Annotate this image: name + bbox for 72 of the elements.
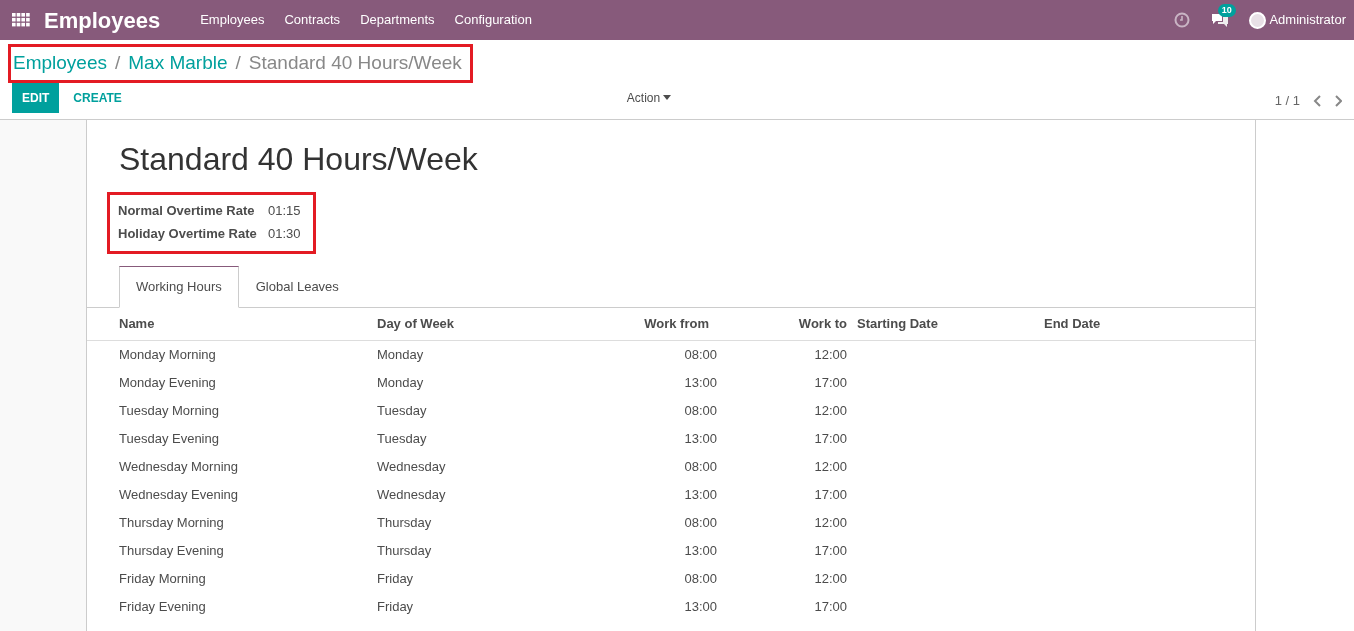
pager-text: 1 / 1	[1274, 91, 1300, 110]
previous-icon[interactable]	[1313, 94, 1321, 107]
table-cell: 17:00	[814, 375, 847, 391]
table-cell: Wednesday Morning	[119, 459, 238, 475]
field-value: 01:30	[268, 226, 301, 242]
caret-icon	[663, 95, 672, 100]
menu-item[interactable]: Contracts	[274, 10, 351, 30]
tab[interactable]: Working Hours	[119, 266, 239, 308]
table-cell: 08:00	[684, 347, 717, 363]
table-cell: Tuesday Morning	[119, 403, 219, 419]
table-cell: Thursday Evening	[119, 543, 224, 559]
table-cell: 08:00	[684, 403, 717, 419]
table-cell: Friday Evening	[119, 599, 206, 615]
table-cell: Tuesday Evening	[119, 431, 219, 447]
table-cell: Friday	[377, 599, 414, 615]
menu-item[interactable]: Employees	[190, 10, 275, 30]
table-cell: 17:00	[814, 543, 847, 559]
table-cell: Wednesday Evening	[119, 487, 238, 503]
table-cell: 12:00	[814, 515, 847, 531]
message-count-badge: 10	[1217, 4, 1236, 17]
field-label: Normal Overtime Rate	[118, 202, 256, 221]
action-dropdown[interactable]: Action	[625, 87, 673, 108]
column-header[interactable]: Day of Week	[377, 315, 455, 331]
table-cell: 17:00	[814, 431, 847, 447]
column-header[interactable]: Work to	[798, 315, 847, 331]
field-value: 01:15	[268, 203, 301, 219]
avatar-icon	[1249, 11, 1267, 29]
table-cell: Tuesday	[377, 431, 427, 447]
table-cell: Thursday	[377, 515, 432, 531]
field-label: Holiday Overtime Rate	[118, 225, 258, 244]
column-header[interactable]: End Date	[1044, 315, 1101, 331]
table-cell: Wednesday	[377, 487, 446, 503]
apps-grid-icon[interactable]	[12, 13, 30, 27]
table-cell: Wednesday	[377, 459, 446, 475]
menu-item[interactable]: Departments	[350, 10, 445, 30]
table-cell: 17:00	[814, 487, 847, 503]
table-cell: 13:00	[684, 543, 717, 559]
column-header[interactable]: Starting Date	[857, 315, 938, 331]
table-cell: Friday	[377, 571, 414, 587]
table-cell: Friday Morning	[119, 571, 206, 587]
table-cell: Thursday Morning	[119, 515, 224, 531]
table-cell: Monday Evening	[119, 375, 216, 391]
app-title: Employees	[44, 6, 161, 35]
column-header[interactable]: Name	[119, 315, 155, 331]
table-cell: 17:00	[814, 599, 847, 615]
table-cell: 12:00	[814, 403, 847, 419]
column-header[interactable]: Work from	[644, 315, 709, 331]
table-cell: 08:00	[684, 459, 717, 475]
table-cell: 12:00	[814, 347, 847, 363]
breadcrumb-separator: /	[115, 51, 121, 75]
table-cell: 13:00	[684, 599, 717, 615]
table-cell: 08:00	[684, 515, 717, 531]
table-cell: 13:00	[684, 487, 717, 503]
breadcrumb-separator: /	[235, 51, 241, 75]
table-cell: 13:00	[684, 375, 717, 391]
table-cell: 12:00	[814, 571, 847, 587]
table-cell: 13:00	[684, 431, 717, 447]
breadcrumb-current: Standard 40 Hours/Week	[248, 51, 462, 75]
table-cell: Monday	[377, 375, 424, 391]
user-name[interactable]: Administrator	[1269, 10, 1346, 30]
table-cell: Thursday	[377, 543, 432, 559]
clock-icon[interactable]	[1174, 12, 1191, 28]
form-title: Standard 40 Hours/Week	[119, 140, 479, 179]
next-icon[interactable]	[1334, 94, 1342, 107]
menu-item[interactable]: Configuration	[444, 10, 542, 30]
table-cell: Tuesday	[377, 403, 427, 419]
tab[interactable]: Global Leaves	[238, 266, 356, 308]
table-cell: Monday Morning	[119, 347, 216, 363]
chat-icon[interactable]	[1209, 12, 1230, 28]
table-cell: 08:00	[684, 571, 717, 587]
table-cell: Monday	[377, 347, 424, 363]
table-cell: 12:00	[814, 459, 847, 475]
